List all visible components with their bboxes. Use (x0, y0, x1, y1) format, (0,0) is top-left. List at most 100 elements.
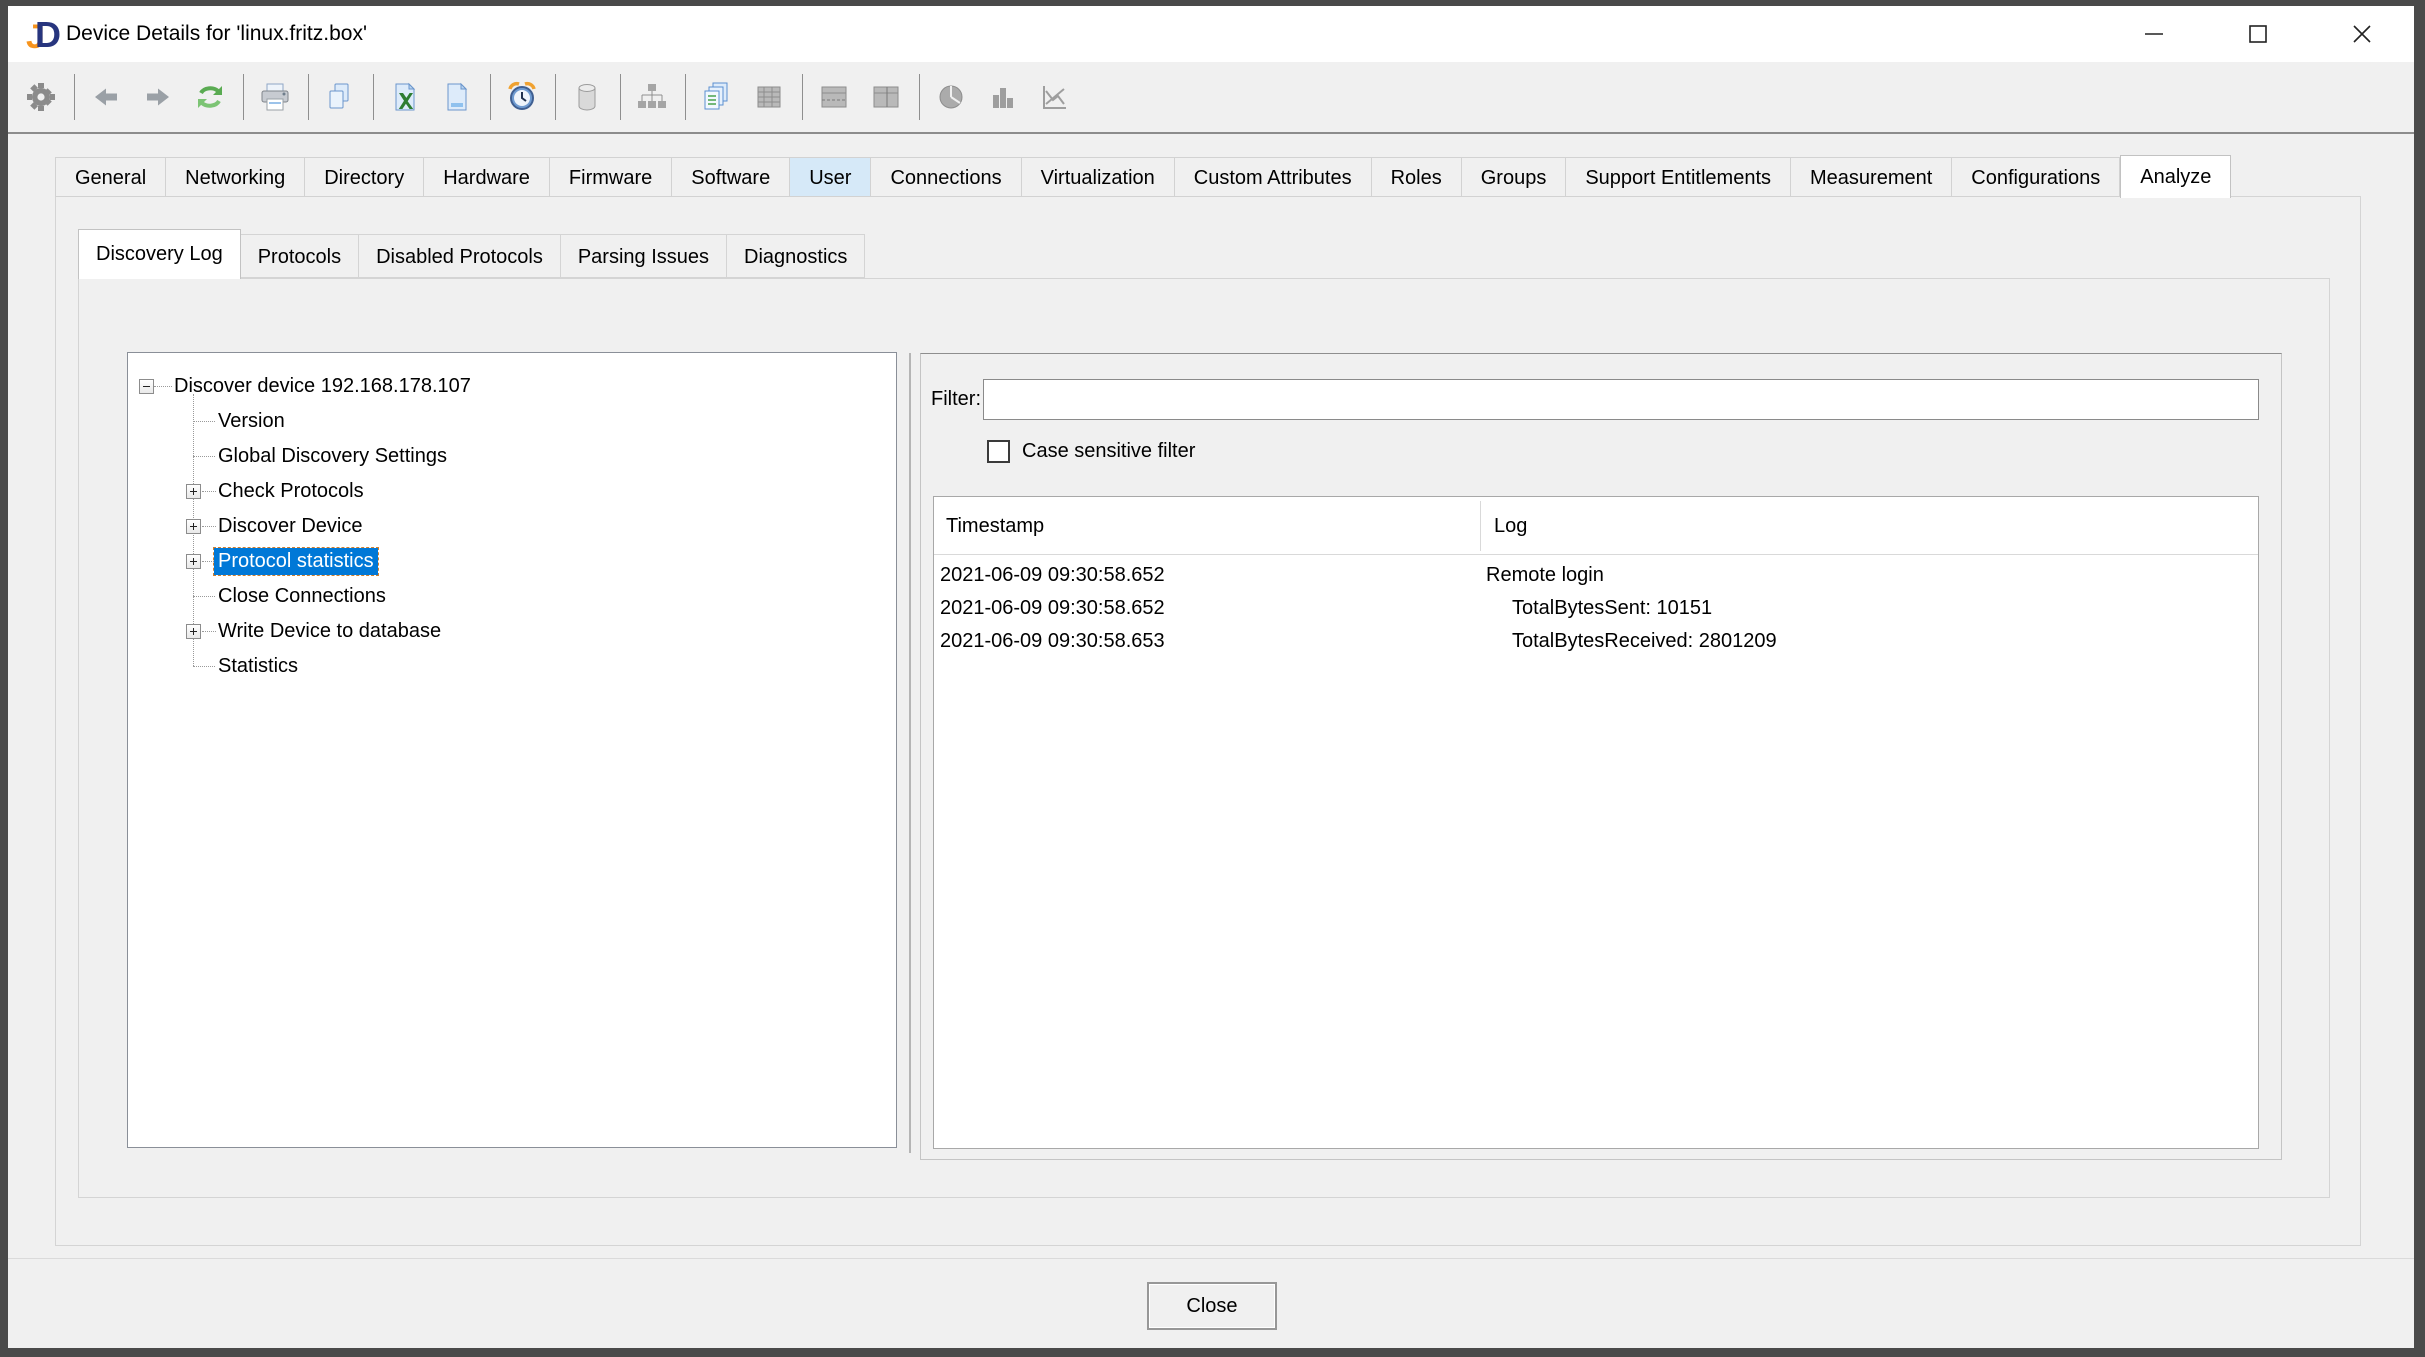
tree-line (193, 666, 215, 667)
logo-letter-d: D (35, 14, 61, 56)
topology-icon[interactable] (629, 73, 675, 121)
minimize-button[interactable] (2102, 6, 2206, 62)
tab-configurations[interactable]: Configurations (1952, 157, 2120, 197)
subtab-parsing-issues[interactable]: Parsing Issues (561, 234, 727, 278)
case-sensitive-checkbox[interactable] (987, 440, 1010, 463)
table-row[interactable]: 2021-06-09 09:30:58.652 TotalBytesSent: … (934, 592, 2258, 625)
filter-input[interactable] (983, 379, 2259, 420)
maximize-button[interactable] (2206, 6, 2310, 62)
close-icon (2351, 23, 2373, 45)
tree-item-global-discovery-settings[interactable]: Global Discovery Settings (128, 439, 894, 474)
tree-line (154, 386, 172, 387)
toolbar-separator (555, 74, 556, 120)
tab-software[interactable]: Software (672, 157, 790, 197)
tab-general[interactable]: General (55, 157, 166, 197)
tree-item-check-protocols[interactable]: Check Protocols (128, 474, 894, 509)
export-document-icon[interactable] (434, 73, 480, 121)
tree-item-discover-device[interactable]: Discover Device (128, 509, 894, 544)
table-row[interactable]: 2021-06-09 09:30:58.652 Remote login (934, 559, 2258, 592)
tab-measurement[interactable]: Measurement (1791, 157, 1952, 197)
print-icon[interactable] (252, 73, 298, 121)
tree-root-row[interactable]: Discover device 192.168.178.107 (128, 369, 894, 404)
toolbar-separator (620, 74, 621, 120)
column-divider[interactable] (1480, 501, 1481, 551)
tree-item-label[interactable]: Write Device to database (218, 618, 441, 645)
tab-custom-attributes[interactable]: Custom Attributes (1175, 157, 1372, 197)
collapse-icon[interactable] (139, 379, 154, 394)
tree-item-label-selected[interactable]: Protocol statistics (214, 548, 378, 575)
expand-icon[interactable] (186, 554, 201, 569)
tab-networking[interactable]: Networking (166, 157, 305, 197)
tree-line (193, 456, 215, 457)
database-icon (564, 73, 610, 121)
tab-virtualization[interactable]: Virtualization (1022, 157, 1175, 197)
subtab-disabled-protocols[interactable]: Disabled Protocols (359, 234, 561, 278)
close-window-button[interactable] (2310, 6, 2414, 62)
log-cell: TotalBytesReceived: 2801209 (1512, 625, 1777, 658)
reports-stack-icon[interactable] (694, 73, 740, 121)
tab-connections[interactable]: Connections (871, 157, 1021, 197)
refresh-icon[interactable] (187, 73, 233, 121)
back-arrow-icon[interactable] (83, 73, 129, 121)
log-cell: Remote login (1486, 559, 1604, 592)
tab-groups[interactable]: Groups (1462, 157, 1567, 197)
toolbar-separator (74, 74, 75, 120)
tree-item-version[interactable]: Version (128, 404, 894, 439)
expand-icon[interactable] (186, 519, 201, 534)
toolbar-separator (308, 74, 309, 120)
settings-gear-icon[interactable] (18, 73, 64, 121)
subtab-protocols[interactable]: Protocols (241, 234, 359, 278)
window-title: Device Details for 'linux.fritz.box' (66, 6, 367, 62)
tab-user[interactable]: User (790, 157, 871, 197)
tab-support-entitlements[interactable]: Support Entitlements (1566, 157, 1791, 197)
discovery-tree-panel: Discover device 192.168.178.107 Version … (127, 352, 897, 1148)
pie-chart-icon (928, 73, 974, 121)
log-detail-panel: Filter: Case sensitive filter Timestamp … (920, 353, 2282, 1160)
toolbar-separator (373, 74, 374, 120)
toolbar-separator (685, 74, 686, 120)
column-header-timestamp[interactable]: Timestamp (946, 497, 1044, 555)
table-grid-icon (746, 73, 792, 121)
tab-firmware[interactable]: Firmware (550, 157, 672, 197)
split-horizontal-icon (811, 73, 857, 121)
subtab-diagnostics[interactable]: Diagnostics (727, 234, 865, 278)
toolbar-separator (243, 74, 244, 120)
log-table-header: Timestamp Log (934, 497, 2258, 555)
tree-line (193, 596, 215, 597)
tree-line (193, 421, 215, 422)
close-button[interactable]: Close (1147, 1282, 1277, 1330)
tree-item-close-connections[interactable]: Close Connections (128, 579, 894, 614)
filter-label: Filter: (931, 379, 981, 420)
maximize-icon (2247, 23, 2269, 45)
tree-item-label[interactable]: Global Discovery Settings (218, 443, 447, 470)
tab-analyze[interactable]: Analyze (2120, 155, 2231, 198)
tree-item-label[interactable]: Statistics (218, 653, 298, 680)
tree-item-protocol-statistics[interactable]: Protocol statistics (128, 544, 894, 579)
tree-item-label[interactable]: Close Connections (218, 583, 386, 610)
log-cell: TotalBytesSent: 10151 (1512, 592, 1712, 625)
schedule-alarm-icon[interactable] (499, 73, 545, 121)
tab-directory[interactable]: Directory (305, 157, 424, 197)
tab-hardware[interactable]: Hardware (424, 157, 550, 197)
panel-splitter[interactable] (909, 353, 911, 1153)
tree-item-label[interactable]: Discover Device (218, 513, 362, 540)
tree-item-label[interactable]: Check Protocols (218, 478, 364, 505)
expand-icon[interactable] (186, 484, 201, 499)
subtab-discovery-log[interactable]: Discovery Log (78, 229, 241, 279)
tree-item-label[interactable]: Discover device 192.168.178.107 (174, 373, 471, 400)
tree-item-statistics[interactable]: Statistics (128, 649, 894, 684)
copy-icon[interactable] (317, 73, 363, 121)
titlebar: J D Device Details for 'linux.fritz.box' (8, 6, 2414, 62)
table-row[interactable]: 2021-06-09 09:30:58.653 TotalBytesReceiv… (934, 625, 2258, 658)
tree-line (202, 491, 216, 492)
tree-item-label[interactable]: Version (218, 408, 285, 435)
expand-icon[interactable] (186, 624, 201, 639)
bar-chart-icon (980, 73, 1026, 121)
timestamp-cell: 2021-06-09 09:30:58.652 (940, 559, 1165, 592)
tree-item-write-device-to-database[interactable]: Write Device to database (128, 614, 894, 649)
column-header-log[interactable]: Log (1494, 497, 1527, 555)
line-chart-icon (1032, 73, 1078, 121)
tab-roles[interactable]: Roles (1372, 157, 1462, 197)
forward-arrow-icon[interactable] (135, 73, 181, 121)
export-excel-icon[interactable] (382, 73, 428, 121)
